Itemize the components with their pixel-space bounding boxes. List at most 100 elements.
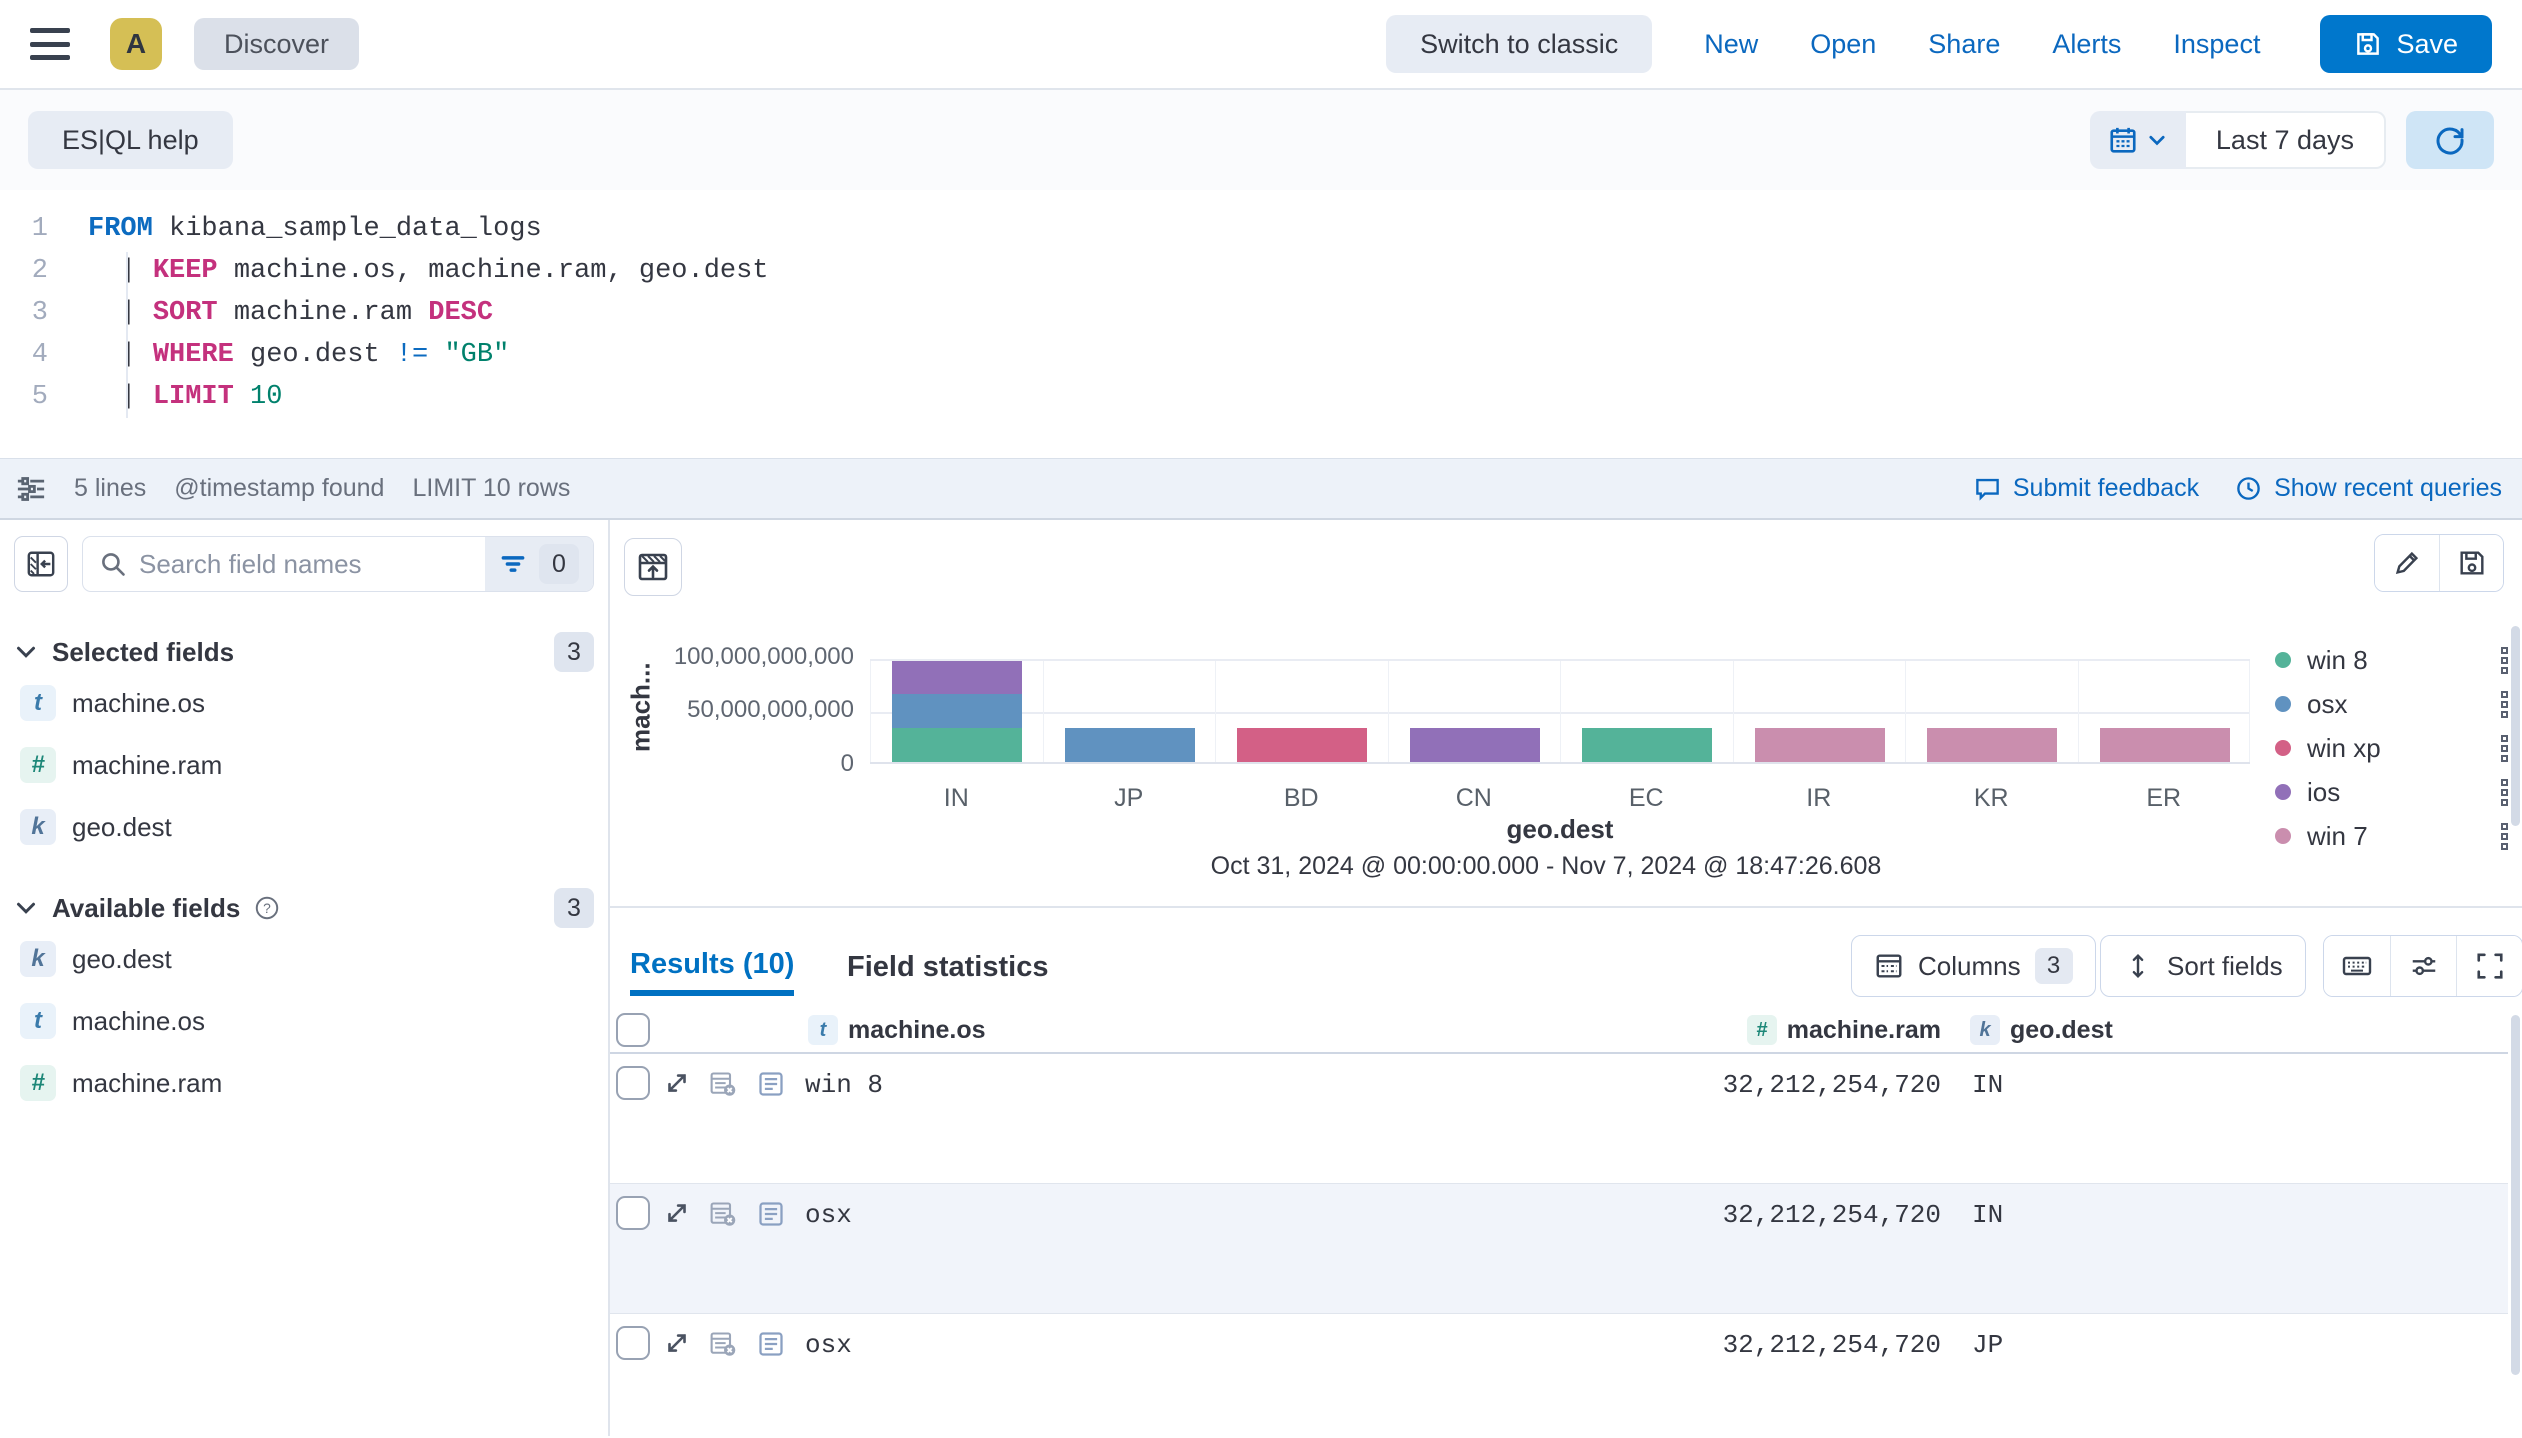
- bar-KR[interactable]: [1927, 728, 2057, 762]
- editor-line[interactable]: 5 | LIMIT 10: [0, 376, 2522, 418]
- bar-JP[interactable]: [1065, 728, 1195, 762]
- menu-icon[interactable]: [30, 28, 70, 60]
- scrollbar[interactable]: [2511, 1015, 2520, 1375]
- cell-machine-ram: 32,212,254,720: [1723, 1200, 1941, 1230]
- histogram-panel: mach... 100,000,000,000 50,000,000,000 0…: [610, 520, 2522, 908]
- add-to-dashboard-button[interactable]: [624, 538, 682, 596]
- sort-icon: [2123, 951, 2153, 981]
- view-document-icon[interactable]: [757, 1070, 785, 1098]
- table-row[interactable]: osx 32,212,254,720 JP: [610, 1314, 2508, 1438]
- new-button[interactable]: New: [1704, 29, 1758, 60]
- bar-segment[interactable]: [1582, 728, 1712, 762]
- keyboard-shortcuts-button[interactable]: [2324, 936, 2390, 996]
- bar-segment[interactable]: [1927, 728, 2057, 762]
- expand-row-icon[interactable]: [662, 1068, 692, 1098]
- legend-more-icon[interactable]: [2499, 689, 2510, 720]
- row-checkbox[interactable]: [616, 1326, 650, 1360]
- table-row[interactable]: osx 32,212,254,720 IN: [610, 1184, 2508, 1314]
- legend-item-osx[interactable]: osx: [2275, 682, 2510, 726]
- time-range-label[interactable]: Last 7 days: [2186, 111, 2386, 169]
- calendar-dropdown-button[interactable]: [2090, 111, 2186, 169]
- bar-segment[interactable]: [1755, 728, 1885, 762]
- share-button[interactable]: Share: [1928, 29, 2000, 60]
- help-icon[interactable]: ?: [254, 895, 280, 921]
- field-item-machine-os[interactable]: t machine.os: [14, 672, 594, 734]
- field-item-machine-ram[interactable]: # machine.ram: [14, 734, 594, 796]
- bar-segment[interactable]: [2100, 728, 2230, 762]
- editor-line[interactable]: 3 | SORT machine.ram DESC: [0, 292, 2522, 334]
- row-checkbox[interactable]: [616, 1066, 650, 1100]
- legend-more-icon[interactable]: [2499, 645, 2510, 676]
- expand-row-icon[interactable]: [662, 1328, 692, 1358]
- tab-field-statistics[interactable]: Field statistics: [847, 938, 1048, 996]
- alerts-button[interactable]: Alerts: [2052, 29, 2121, 60]
- field-item-geo-dest[interactable]: k geo.dest: [14, 928, 594, 990]
- expand-row-icon[interactable]: [662, 1198, 692, 1228]
- inspect-button[interactable]: Inspect: [2173, 29, 2260, 60]
- scrollbar[interactable]: [2511, 626, 2520, 826]
- bar-ER[interactable]: [2100, 728, 2230, 762]
- field-item-machine-ram[interactable]: # machine.ram: [14, 1052, 594, 1114]
- editor-line[interactable]: 4 | WHERE geo.dest != "GB": [0, 334, 2522, 376]
- save-button[interactable]: Save: [2320, 15, 2492, 73]
- esql-help-button[interactable]: ES|QL help: [28, 111, 233, 169]
- editor-settings-icon[interactable]: [16, 474, 46, 504]
- bar-IR[interactable]: [1755, 728, 1885, 762]
- breadcrumb[interactable]: Discover: [194, 18, 359, 70]
- field-item-machine-os[interactable]: t machine.os: [14, 990, 594, 1052]
- available-fields-header[interactable]: Available fields ? 3: [14, 888, 594, 928]
- search-field-names-input[interactable]: [139, 549, 485, 580]
- refresh-button[interactable]: [2406, 111, 2494, 169]
- show-recent-queries-link[interactable]: Show recent queries: [2235, 474, 2502, 503]
- open-button[interactable]: Open: [1810, 29, 1876, 60]
- sort-fields-button[interactable]: Sort fields: [2100, 935, 2306, 997]
- legend-more-icon[interactable]: [2499, 821, 2510, 852]
- switch-to-classic-button[interactable]: Switch to classic: [1386, 15, 1652, 73]
- editor-line[interactable]: 1 FROM kibana_sample_data_logs: [0, 208, 2522, 250]
- save-visualization-button[interactable]: [2439, 535, 2503, 591]
- display-options-button[interactable]: [2390, 936, 2456, 996]
- legend-color-dot: [2275, 784, 2291, 800]
- x-axis-label: IR: [1733, 784, 1906, 813]
- view-document-icon[interactable]: [757, 1200, 785, 1228]
- bar-CN[interactable]: [1410, 728, 1540, 762]
- bar-segment[interactable]: [892, 661, 1022, 695]
- bar-segment[interactable]: [892, 728, 1022, 762]
- selected-fields-header[interactable]: Selected fields 3: [14, 632, 594, 672]
- legend-item-ios[interactable]: ios: [2275, 770, 2510, 814]
- bar-segment[interactable]: [892, 694, 1022, 728]
- fullscreen-button[interactable]: [2456, 936, 2522, 996]
- field-filter-button[interactable]: 0: [485, 537, 593, 591]
- columns-button[interactable]: Columns 3: [1851, 935, 2096, 997]
- legend-more-icon[interactable]: [2499, 777, 2510, 808]
- legend-item-win8[interactable]: win 8: [2275, 638, 2510, 682]
- legend-more-icon[interactable]: [2499, 733, 2510, 764]
- collapse-sidebar-button[interactable]: [14, 536, 68, 592]
- submit-feedback-link[interactable]: Submit feedback: [1974, 474, 2199, 503]
- tab-results[interactable]: Results (10): [630, 938, 794, 996]
- bar-segment[interactable]: [1237, 728, 1367, 762]
- bar-BD[interactable]: [1237, 728, 1367, 762]
- bar-EC[interactable]: [1582, 728, 1712, 762]
- view-document-icon[interactable]: [757, 1330, 785, 1358]
- column-header-geo-dest[interactable]: k geo.dest: [1970, 1015, 2113, 1045]
- column-header-machine-ram[interactable]: # machine.ram: [1747, 1015, 1941, 1045]
- line-number: 2: [16, 250, 48, 292]
- column-header-machine-os[interactable]: t machine.os: [808, 1015, 986, 1045]
- select-all-checkbox[interactable]: [616, 1013, 650, 1047]
- cell-machine-ram: 32,212,254,720: [1723, 1330, 1941, 1360]
- chart-slot: [870, 661, 1043, 762]
- bar-IN[interactable]: [892, 661, 1022, 762]
- table-row[interactable]: win 8 32,212,254,720 IN: [610, 1054, 2508, 1184]
- field-item-geo-dest[interactable]: k geo.dest: [14, 796, 594, 858]
- top-navigation-bar: A Discover Switch to classic New Open Sh…: [0, 0, 2522, 90]
- bar-segment[interactable]: [1410, 728, 1540, 762]
- bar-chart-plot[interactable]: [870, 659, 2250, 764]
- edit-visualization-button[interactable]: [2375, 535, 2439, 591]
- editor-line[interactable]: 2 | KEEP machine.os, machine.ram, geo.de…: [0, 250, 2522, 292]
- bar-segment[interactable]: [1065, 728, 1195, 762]
- space-avatar[interactable]: A: [110, 18, 162, 70]
- legend-item-winxp[interactable]: win xp: [2275, 726, 2510, 770]
- esql-editor[interactable]: 1 FROM kibana_sample_data_logs 2 | KEEP …: [0, 190, 2522, 458]
- row-checkbox[interactable]: [616, 1196, 650, 1230]
